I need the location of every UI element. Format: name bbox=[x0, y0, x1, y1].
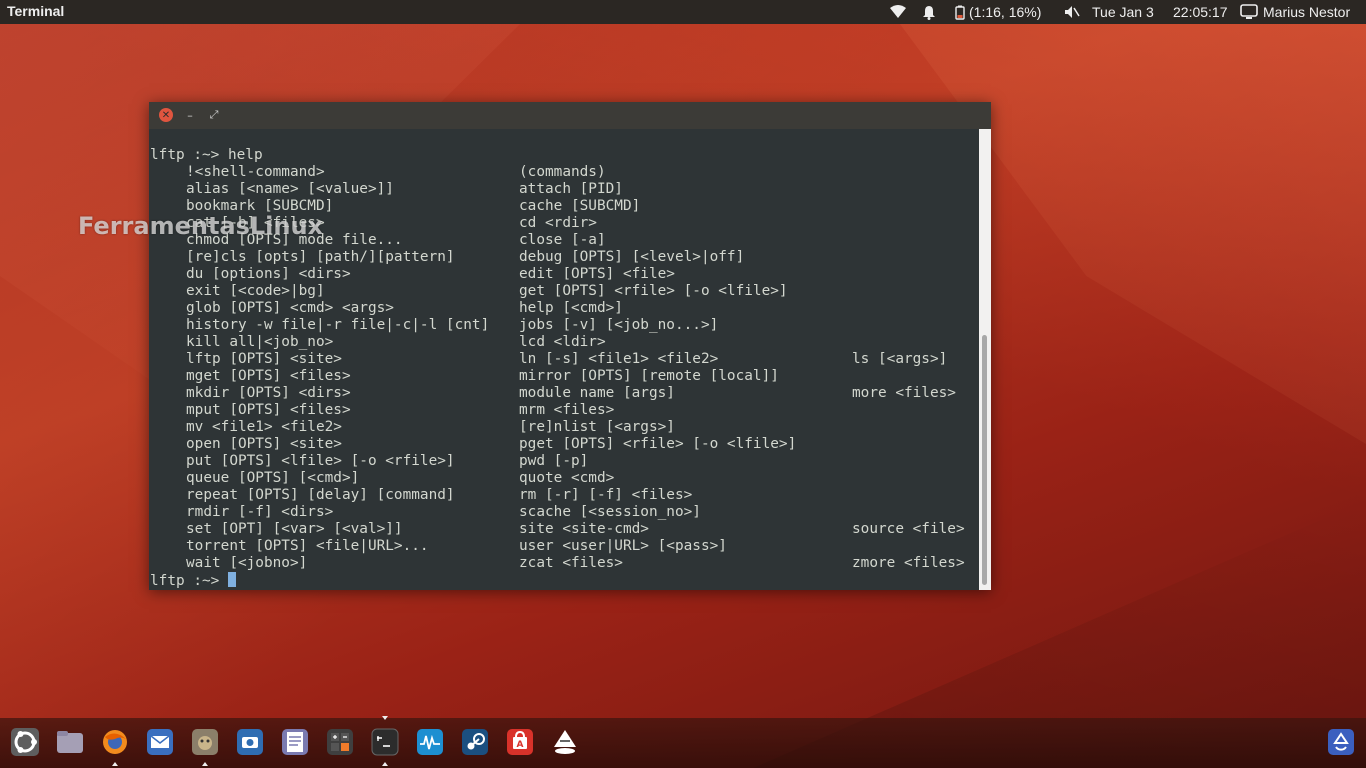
minimize-icon[interactable]: – bbox=[183, 108, 197, 122]
svg-text:A: A bbox=[517, 740, 524, 750]
bell-icon[interactable] bbox=[922, 3, 936, 21]
help-entry: lcd <ldir> bbox=[519, 334, 606, 350]
command-line: lftp :~> help bbox=[150, 147, 263, 163]
help-entry: put [OPTS] <lfile> [-o <rfile>] bbox=[186, 453, 455, 469]
help-entry: module name [args] bbox=[519, 385, 675, 401]
sound-muted-icon[interactable] bbox=[1064, 3, 1080, 21]
help-entry: [re]cls [opts] [path/][pattern] bbox=[186, 249, 455, 265]
inkscape-icon[interactable] bbox=[549, 726, 581, 758]
launcher-bar: A bbox=[0, 716, 1366, 768]
text-editor-icon[interactable] bbox=[279, 726, 311, 758]
trash-icon[interactable] bbox=[1325, 726, 1357, 758]
help-entry: pget [OPTS] <rfile> [-o <lfile>] bbox=[519, 436, 797, 452]
battery-text: (1:16, 16%) bbox=[969, 4, 1042, 20]
gimp-icon[interactable] bbox=[189, 726, 221, 766]
help-entry: [re]nlist [<args>] bbox=[519, 419, 675, 435]
focused-indicator bbox=[382, 716, 388, 720]
watermark-text: FerramentasLinux bbox=[78, 212, 324, 240]
help-entry: help [<cmd>] bbox=[519, 300, 623, 316]
wifi-icon[interactable] bbox=[890, 3, 906, 21]
software-center-icon[interactable]: A bbox=[504, 726, 536, 758]
text-cursor bbox=[227, 572, 236, 587]
help-entry: history -w file|-r file|-c|-l [cnt] bbox=[186, 317, 490, 333]
help-entry: rm [-r] [-f] <files> bbox=[519, 487, 693, 503]
help-entry: zmore <files> bbox=[852, 555, 965, 571]
help-entry: exit [<code>|bg] bbox=[186, 283, 325, 299]
running-indicator bbox=[202, 762, 208, 766]
help-entry: mget [OPTS] <files> bbox=[186, 368, 351, 384]
date-indicator[interactable]: Tue Jan 3 bbox=[1092, 3, 1154, 21]
running-indicator bbox=[382, 762, 388, 766]
help-entry: user <user|URL> [<pass>] bbox=[519, 538, 727, 554]
terminal-window[interactable]: ✕ – ⤢ lftp :~> help !<shell-command> (com… bbox=[149, 102, 991, 590]
help-entry: mkdir [OPTS] <dirs> bbox=[186, 385, 351, 401]
firefox-icon[interactable] bbox=[99, 726, 131, 766]
files-icon[interactable] bbox=[54, 726, 86, 758]
help-entry: site <site-cmd> bbox=[519, 521, 649, 537]
user-menu[interactable]: Marius Nestor bbox=[1240, 3, 1350, 21]
steam-icon[interactable] bbox=[459, 726, 491, 758]
help-entry: mrm <files> bbox=[519, 402, 615, 418]
help-entry: cd <rdir> bbox=[519, 215, 597, 231]
help-entry: du [options] <dirs> bbox=[186, 266, 351, 282]
help-entry: wait [<jobno>] bbox=[186, 555, 308, 571]
help-entry: attach [PID] bbox=[519, 181, 623, 197]
help-entry: more <files> bbox=[852, 385, 956, 401]
prompt-line[interactable]: lftp :~> bbox=[150, 572, 236, 589]
system-monitor-icon[interactable] bbox=[414, 726, 446, 758]
help-entry: (commands) bbox=[519, 164, 606, 180]
help-entry: repeat [OPTS] [delay] [command] bbox=[186, 487, 455, 503]
running-indicator bbox=[112, 762, 118, 766]
terminal-output[interactable]: lftp :~> help !<shell-command> (commands)… bbox=[149, 129, 979, 590]
help-entry: scache [<session_no>] bbox=[519, 504, 701, 520]
help-entry: debug [OPTS] [<level>|off] bbox=[519, 249, 745, 265]
help-entry: get [OPTS] <rfile> [-o <lfile>] bbox=[519, 283, 788, 299]
help-entry: mv <file1> <file2> bbox=[186, 419, 342, 435]
prompt-text: lftp :~> bbox=[150, 573, 228, 589]
help-entry: cache [SUBCMD] bbox=[519, 198, 641, 214]
help-entry: torrent [OPTS] <file|URL>... bbox=[186, 538, 429, 554]
calculator-icon[interactable] bbox=[324, 726, 356, 758]
ubuntu-dash-icon[interactable] bbox=[9, 726, 41, 758]
help-entry: jobs [-v] [<job_no...>] bbox=[519, 317, 719, 333]
help-entry: ln [-s] <file1> <file2> bbox=[519, 351, 719, 367]
scrollbar[interactable] bbox=[979, 129, 991, 590]
help-entry: glob [OPTS] <cmd> <args> bbox=[186, 300, 394, 316]
help-entry: ls [<args>] bbox=[852, 351, 948, 367]
battery-icon bbox=[955, 5, 965, 20]
help-entry: pwd [-p] bbox=[519, 453, 589, 469]
help-entry: lftp [OPTS] <site> bbox=[186, 351, 342, 367]
screenshot-icon[interactable] bbox=[234, 726, 266, 758]
help-entry: open [OPTS] <site> bbox=[186, 436, 342, 452]
help-entry: source <file> bbox=[852, 521, 965, 537]
close-icon[interactable]: ✕ bbox=[159, 108, 173, 122]
clock-indicator[interactable]: 22:05:17 bbox=[1173, 3, 1228, 21]
help-entry: kill all|<job_no> bbox=[186, 334, 334, 350]
window-titlebar[interactable]: ✕ – ⤢ bbox=[149, 102, 991, 129]
scrollbar-thumb[interactable] bbox=[982, 335, 987, 585]
help-entry: set [OPT] [<var> [<val>]] bbox=[186, 521, 403, 537]
help-entry: close [-a] bbox=[519, 232, 606, 248]
help-entry: alias [<name> [<value>]] bbox=[186, 181, 394, 197]
help-entry: queue [OPTS] [<cmd>] bbox=[186, 470, 360, 486]
mail-icon[interactable] bbox=[144, 726, 176, 758]
user-name: Marius Nestor bbox=[1263, 4, 1351, 20]
help-entry: edit [OPTS] <file> bbox=[519, 266, 675, 282]
top-panel: Terminal (1:16, 16%) Tue Jan 3 22:05:17 … bbox=[0, 0, 1366, 24]
help-entry: mput [OPTS] <files> bbox=[186, 402, 351, 418]
computer-icon bbox=[1240, 4, 1258, 19]
terminal-icon[interactable] bbox=[369, 716, 401, 766]
battery-indicator[interactable]: (1:16, 16%) bbox=[955, 3, 1041, 21]
help-entry: rmdir [-f] <dirs> bbox=[186, 504, 334, 520]
maximize-icon[interactable]: ⤢ bbox=[207, 108, 221, 122]
help-entry: mirror [OPTS] [remote [local]] bbox=[519, 368, 779, 384]
help-entry: quote <cmd> bbox=[519, 470, 615, 486]
active-app-title: Terminal bbox=[7, 3, 65, 19]
help-entry: !<shell-command> bbox=[186, 164, 325, 180]
help-entry: zcat <files> bbox=[519, 555, 623, 571]
